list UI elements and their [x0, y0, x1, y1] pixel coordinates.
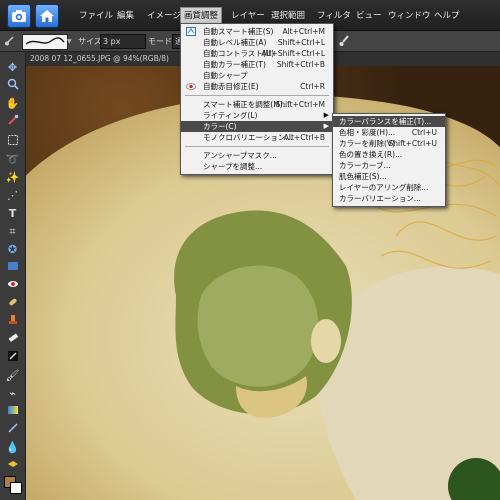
type-tool-icon[interactable]: T — [3, 206, 22, 222]
menu-item-auto-contrast[interactable]: 自動コントラスト(U) Alt+Shift+Ctrl+L — [181, 48, 333, 59]
cookie-cutter-icon[interactable]: ✪ — [3, 242, 22, 258]
eraser-tool-icon[interactable] — [3, 332, 22, 348]
menu-separator — [185, 95, 329, 96]
brush-tool-side-icon[interactable]: 🖌 — [3, 368, 22, 384]
menu-file[interactable]: ファイル — [76, 8, 116, 24]
menu-separator — [185, 146, 329, 147]
smart-brush-icon[interactable]: ⌁ — [3, 386, 22, 402]
home-icon[interactable] — [35, 4, 59, 28]
menu-layer[interactable]: レイヤー — [228, 8, 268, 24]
menu-filter[interactable]: フィルタ — [314, 8, 354, 24]
red-eye-icon — [186, 82, 196, 91]
pencil-tool-icon[interactable] — [3, 350, 22, 366]
crop-tool-icon[interactable]: ⌗ — [3, 224, 22, 240]
menu-image[interactable]: イメージ — [144, 8, 184, 24]
brush-dropdown-icon[interactable]: ▼ — [67, 38, 72, 45]
menu-item-adjust-sharpness[interactable]: シャープを調整... — [181, 161, 333, 172]
straighten-tool-icon[interactable] — [3, 260, 22, 276]
submenu-arrow-icon: ▶ — [323, 122, 329, 130]
zoom-tool-icon[interactable] — [3, 78, 22, 94]
menu-edit[interactable]: 編集 — [114, 8, 137, 24]
magic-wand-icon[interactable]: ✨ — [3, 170, 22, 186]
menu-item-auto-red-eye[interactable]: 自動赤目修正(E) Ctrl+R — [181, 81, 333, 92]
healing-brush-icon[interactable] — [3, 296, 22, 312]
clone-stamp-icon[interactable] — [3, 314, 22, 330]
submenu-item-remove-color[interactable]: カラーを削除(V) Shift+Ctrl+U — [333, 138, 445, 149]
submenu-item-defringe-layer[interactable]: レイヤーのアリング削除... — [333, 182, 445, 193]
brush-tool-icon[interactable] — [4, 36, 14, 46]
menu-item-auto-smart-fix[interactable]: 自動スマート補正(S) Alt+Ctrl+M — [181, 26, 333, 37]
menu-item-auto-color[interactable]: 自動カラー補正(T) Shift+Ctrl+B — [181, 59, 333, 70]
sponge-tool-icon[interactable] — [3, 458, 22, 474]
submenu-item-color-curves[interactable]: カラーカーブ... — [333, 160, 445, 171]
camera-icon[interactable] — [7, 4, 31, 28]
eyedropper-icon[interactable] — [3, 114, 22, 130]
gradient-tool-icon[interactable] — [3, 404, 22, 420]
marquee-tool-icon[interactable] — [3, 134, 22, 150]
menu-view[interactable]: ビュー — [353, 8, 385, 24]
menu-item-lighting[interactable]: ライティング(L) ▶ — [181, 110, 333, 121]
menu-item-auto-levels[interactable]: 自動レベル補正(A) Shift+Ctrl+L — [181, 37, 333, 48]
move-tool-icon[interactable]: ✥ — [3, 60, 22, 76]
menu-select[interactable]: 選択範囲 — [268, 8, 308, 24]
submenu-item-hue-saturation[interactable]: 色相・彩度(H)... Ctrl+U — [333, 127, 445, 138]
submenu-item-skin-tone[interactable]: 肌色補正(S)... — [333, 171, 445, 182]
menu-item-adjust-smart-fix[interactable]: スマート補正を調整(M)... Shift+Ctrl+M — [181, 99, 333, 110]
menu-item-color[interactable]: カラー(C) ▶ — [181, 121, 333, 132]
submenu-item-replace-color[interactable]: 色の置き換え(R)... — [333, 149, 445, 160]
background-color-swatch[interactable] — [10, 482, 22, 494]
brush-preview[interactable] — [22, 34, 68, 50]
mode-label: モード — [148, 37, 172, 46]
lasso-tool-icon[interactable]: ➰ — [3, 152, 22, 168]
submenu-arrow-icon: ▶ — [323, 111, 329, 119]
size-field[interactable]: 3 px — [100, 34, 146, 49]
hand-tool-icon[interactable]: ✋ — [3, 96, 22, 112]
menu-item-auto-sharpen[interactable]: 自動シャープ — [181, 70, 333, 81]
smart-fix-icon — [186, 27, 196, 36]
enhance-menu: 自動スマート補正(S) Alt+Ctrl+M 自動レベル補正(A) Shift+Ct… — [180, 23, 334, 175]
menu-item-unsharp-mask[interactable]: アンシャープマスク... — [181, 150, 333, 161]
menu-help[interactable]: ヘルプ — [431, 8, 463, 24]
airbrush-icon[interactable] — [338, 35, 350, 47]
color-submenu: カラーバランスを補正(T)... 色相・彩度(H)... Ctrl+U カラーを削… — [332, 113, 446, 207]
selection-brush-icon[interactable]: ⋰ — [3, 188, 22, 204]
line-tool-icon[interactable] — [3, 422, 22, 438]
menu-window[interactable]: ウィンドウ — [385, 8, 434, 24]
red-eye-tool-icon[interactable] — [3, 278, 22, 294]
submenu-item-color-variations[interactable]: カラーバリエーション... — [333, 193, 445, 204]
menu-item-convert-bw[interactable]: モノクロバリエーション... Alt+Ctrl+B — [181, 132, 333, 143]
toolbox: ✥ ✋ ➰ ✨ ⋰ T ⌗ ✪ 🖌 ⌁ 💧 — [0, 52, 26, 500]
blur-tool-icon[interactable]: 💧 — [3, 440, 22, 456]
submenu-item-color-balance[interactable]: カラーバランスを補正(T)... — [333, 116, 445, 127]
